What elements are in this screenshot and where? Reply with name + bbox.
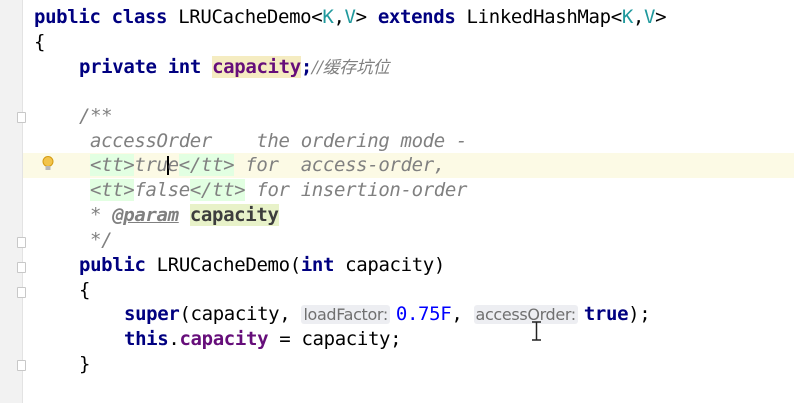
- fold-marker-icon[interactable]: [17, 237, 26, 248]
- parameter-hint-access-order: accessOrder:: [473, 305, 578, 324]
- fold-marker-icon[interactable]: [17, 287, 26, 298]
- javadoc-line-access-order[interactable]: accessOrder the ordering mode -: [90, 129, 467, 154]
- fold-marker-icon[interactable]: [17, 360, 26, 371]
- javadoc-close[interactable]: */: [90, 228, 113, 253]
- javadoc-param-line[interactable]: * @param capacity: [90, 203, 279, 228]
- code-line-field-declaration[interactable]: private int capacity;//缓存坑位: [79, 55, 390, 80]
- gutter-divider: [22, 0, 23, 403]
- fold-marker-icon[interactable]: [17, 262, 26, 273]
- code-line-this-assign[interactable]: this.capacity = capacity;: [124, 327, 402, 352]
- code-line-ctor-open-brace[interactable]: {: [79, 278, 90, 303]
- javadoc-line-true[interactable]: <tt>true</tt> for access-order,: [90, 153, 445, 178]
- code-line-ctor-close-brace[interactable]: }: [79, 352, 90, 377]
- parameter-hint-load-factor: loadFactor:: [301, 305, 390, 324]
- javadoc-line-false[interactable]: <tt>false</tt> for insertion-order: [90, 178, 467, 203]
- lightbulb-icon[interactable]: [42, 156, 54, 171]
- code-line-open-brace[interactable]: {: [34, 30, 45, 55]
- code-line-super-call[interactable]: super(capacity, loadFactor: 0.75F, access…: [124, 302, 651, 327]
- fold-marker-icon[interactable]: [17, 112, 26, 123]
- code-line-class-declaration[interactable]: public class LRUCacheDemo<K,V> extends L…: [34, 5, 667, 30]
- code-line-constructor[interactable]: public LRUCacheDemo(int capacity): [79, 253, 445, 278]
- javadoc-open[interactable]: /**: [79, 104, 113, 129]
- editor-gutter: [0, 0, 22, 403]
- ibeam-cursor-icon: [532, 321, 541, 341]
